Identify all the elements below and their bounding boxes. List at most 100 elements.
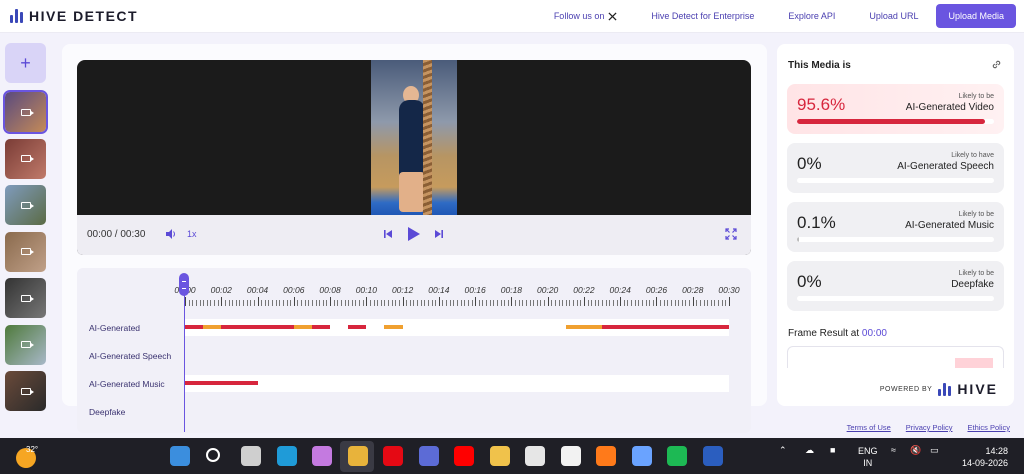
spotify-icon[interactable] xyxy=(667,446,687,466)
timeline-row-track[interactable] xyxy=(185,347,729,364)
timeline-row-track[interactable] xyxy=(185,403,729,420)
edge-browser-icon[interactable] xyxy=(276,446,297,466)
skip-back-icon[interactable] xyxy=(383,229,393,239)
detection-segment[interactable] xyxy=(384,325,403,329)
result-card: 95.6% Likely to be AI-Generated Video xyxy=(787,84,1004,134)
result-probability-bar xyxy=(797,119,994,124)
timeline-tick-label: 00:06 xyxy=(283,285,305,295)
mute-icon[interactable]: 🔇 xyxy=(910,445,921,456)
hive-detect-logo[interactable]: HIVE DETECT xyxy=(10,8,138,24)
word-icon[interactable] xyxy=(702,446,723,466)
battery-icon[interactable]: ▭ xyxy=(930,445,939,456)
chevron-up-icon[interactable]: ⌃ xyxy=(779,445,787,456)
windows-start-icon[interactable] xyxy=(170,446,190,466)
microsoft-store-icon[interactable] xyxy=(525,446,545,466)
result-likely-label: Likely to be xyxy=(958,93,994,100)
fullscreen-icon[interactable] xyxy=(725,228,737,240)
result-probability-bar xyxy=(797,296,994,301)
video-player[interactable]: 00:00 / 00:30 1x xyxy=(77,60,751,255)
result-card: 0% Likely to have AI-Generated Speech xyxy=(787,143,1004,193)
ethics-policy-link[interactable]: Ethics Policy xyxy=(967,423,1010,432)
app-tray-icon[interactable]: ■ xyxy=(830,445,835,455)
result-card: 0% Likely to be Deepfake xyxy=(787,261,1004,311)
detection-segment[interactable] xyxy=(203,325,222,329)
search-icon[interactable] xyxy=(205,448,220,462)
detection-segment[interactable] xyxy=(185,381,258,385)
prime-video-icon[interactable] xyxy=(418,446,439,466)
timeline-tick-label: 00:14 xyxy=(428,285,450,295)
upload-url-link[interactable]: Upload URL xyxy=(869,11,918,21)
timeline-ruler[interactable] xyxy=(185,297,730,306)
copilot-icon[interactable] xyxy=(312,446,332,466)
timeline-tick-label: 00:24 xyxy=(609,285,631,295)
detection-segment[interactable] xyxy=(602,325,729,329)
frame-result-card xyxy=(787,346,1004,368)
detection-timeline: 00:0000:0200:0400:0600:0800:1000:1200:14… xyxy=(77,268,751,433)
media-thumbnail[interactable] xyxy=(5,231,46,272)
wifi-icon[interactable]: ≈ xyxy=(891,445,896,455)
video-camera-icon xyxy=(20,201,34,209)
add-media-button[interactable]: + xyxy=(5,43,46,83)
media-thumbnail[interactable] xyxy=(5,138,46,179)
detection-segment[interactable] xyxy=(565,325,603,329)
vim-icon[interactable] xyxy=(560,446,581,466)
playback-speed-button[interactable]: 1x xyxy=(187,229,197,239)
media-thumbnail[interactable] xyxy=(5,278,46,318)
powered-by-brand: HIVE xyxy=(957,381,998,397)
timeline-row-track[interactable] xyxy=(185,375,729,392)
playhead-handle[interactable] xyxy=(179,273,189,296)
detection-segment[interactable] xyxy=(221,325,294,329)
upload-media-button[interactable]: Upload Media xyxy=(936,4,1016,28)
chrome-browser-icon[interactable] xyxy=(347,446,368,466)
enterprise-link[interactable]: Hive Detect for Enterprise xyxy=(651,11,754,21)
explore-api-link[interactable]: Explore API xyxy=(788,11,835,21)
media-thumbnail[interactable] xyxy=(5,371,46,411)
media-thumbnail[interactable] xyxy=(5,185,46,225)
play-icon[interactable] xyxy=(407,226,421,242)
video-camera-icon xyxy=(20,155,34,162)
result-percent: 0.1% xyxy=(797,213,836,232)
result-probability-fill xyxy=(797,237,799,242)
timeline-row-label: AI-Generated Speech xyxy=(89,351,172,361)
result-class-label: AI-Generated Speech xyxy=(897,161,994,172)
cloud-icon[interactable]: ☁ xyxy=(805,445,814,456)
timeline-tick-label: 00:18 xyxy=(500,285,523,295)
terms-of-use-link[interactable]: Terms of Use xyxy=(847,423,891,432)
netflix-icon[interactable] xyxy=(383,446,403,466)
windows-taskbar: 32° ⌃ ☁ ■ ENG IN ≈ 🔇 ▭ 14:28 14-09-2026 xyxy=(0,438,1024,474)
result-probability-bar xyxy=(797,237,994,242)
result-class-label: AI-Generated Video xyxy=(905,102,994,113)
volume-icon[interactable] xyxy=(165,228,177,240)
timeline-tick-label: 00:10 xyxy=(355,285,377,295)
timeline-tick-label: 00:08 xyxy=(319,285,341,295)
time-readout: 00:00 / 00:30 xyxy=(87,229,146,240)
detection-segment[interactable] xyxy=(185,325,204,329)
language-indicator[interactable]: ENG IN xyxy=(858,445,878,469)
detection-segment[interactable] xyxy=(348,325,367,329)
system-clock[interactable]: 14:28 14-09-2026 xyxy=(958,445,1008,469)
follow-us-link[interactable]: Follow us on xyxy=(554,11,618,21)
link-icon[interactable] xyxy=(991,59,1002,70)
task-view-icon[interactable] xyxy=(241,446,261,466)
detection-segment[interactable] xyxy=(311,325,331,329)
timeline-tick-label: 00:16 xyxy=(464,285,486,295)
timeline-tick-label: 00:28 xyxy=(682,285,704,295)
detection-segment[interactable] xyxy=(293,325,312,329)
skip-forward-icon[interactable] xyxy=(434,229,444,239)
frame-result-heading: Frame Result at 00:00 xyxy=(788,328,887,339)
result-likely-label: Likely to be xyxy=(958,270,994,277)
result-class-label: AI-Generated Music xyxy=(905,220,994,231)
notepad-icon[interactable] xyxy=(631,446,652,466)
playhead-line xyxy=(184,282,185,432)
firefox-icon[interactable] xyxy=(596,446,616,466)
video-camera-icon xyxy=(20,248,34,255)
media-thumbnail[interactable] xyxy=(5,324,46,365)
hive-logo-icon xyxy=(10,9,23,23)
privacy-policy-link[interactable]: Privacy Policy xyxy=(906,423,953,432)
media-thumbnail[interactable] xyxy=(3,90,48,134)
video-frame xyxy=(371,60,457,215)
file-explorer-icon[interactable] xyxy=(489,446,510,466)
youtube-icon[interactable] xyxy=(454,446,474,466)
video-camera-icon xyxy=(20,294,34,302)
timeline-tick-label: 00:02 xyxy=(210,285,232,295)
